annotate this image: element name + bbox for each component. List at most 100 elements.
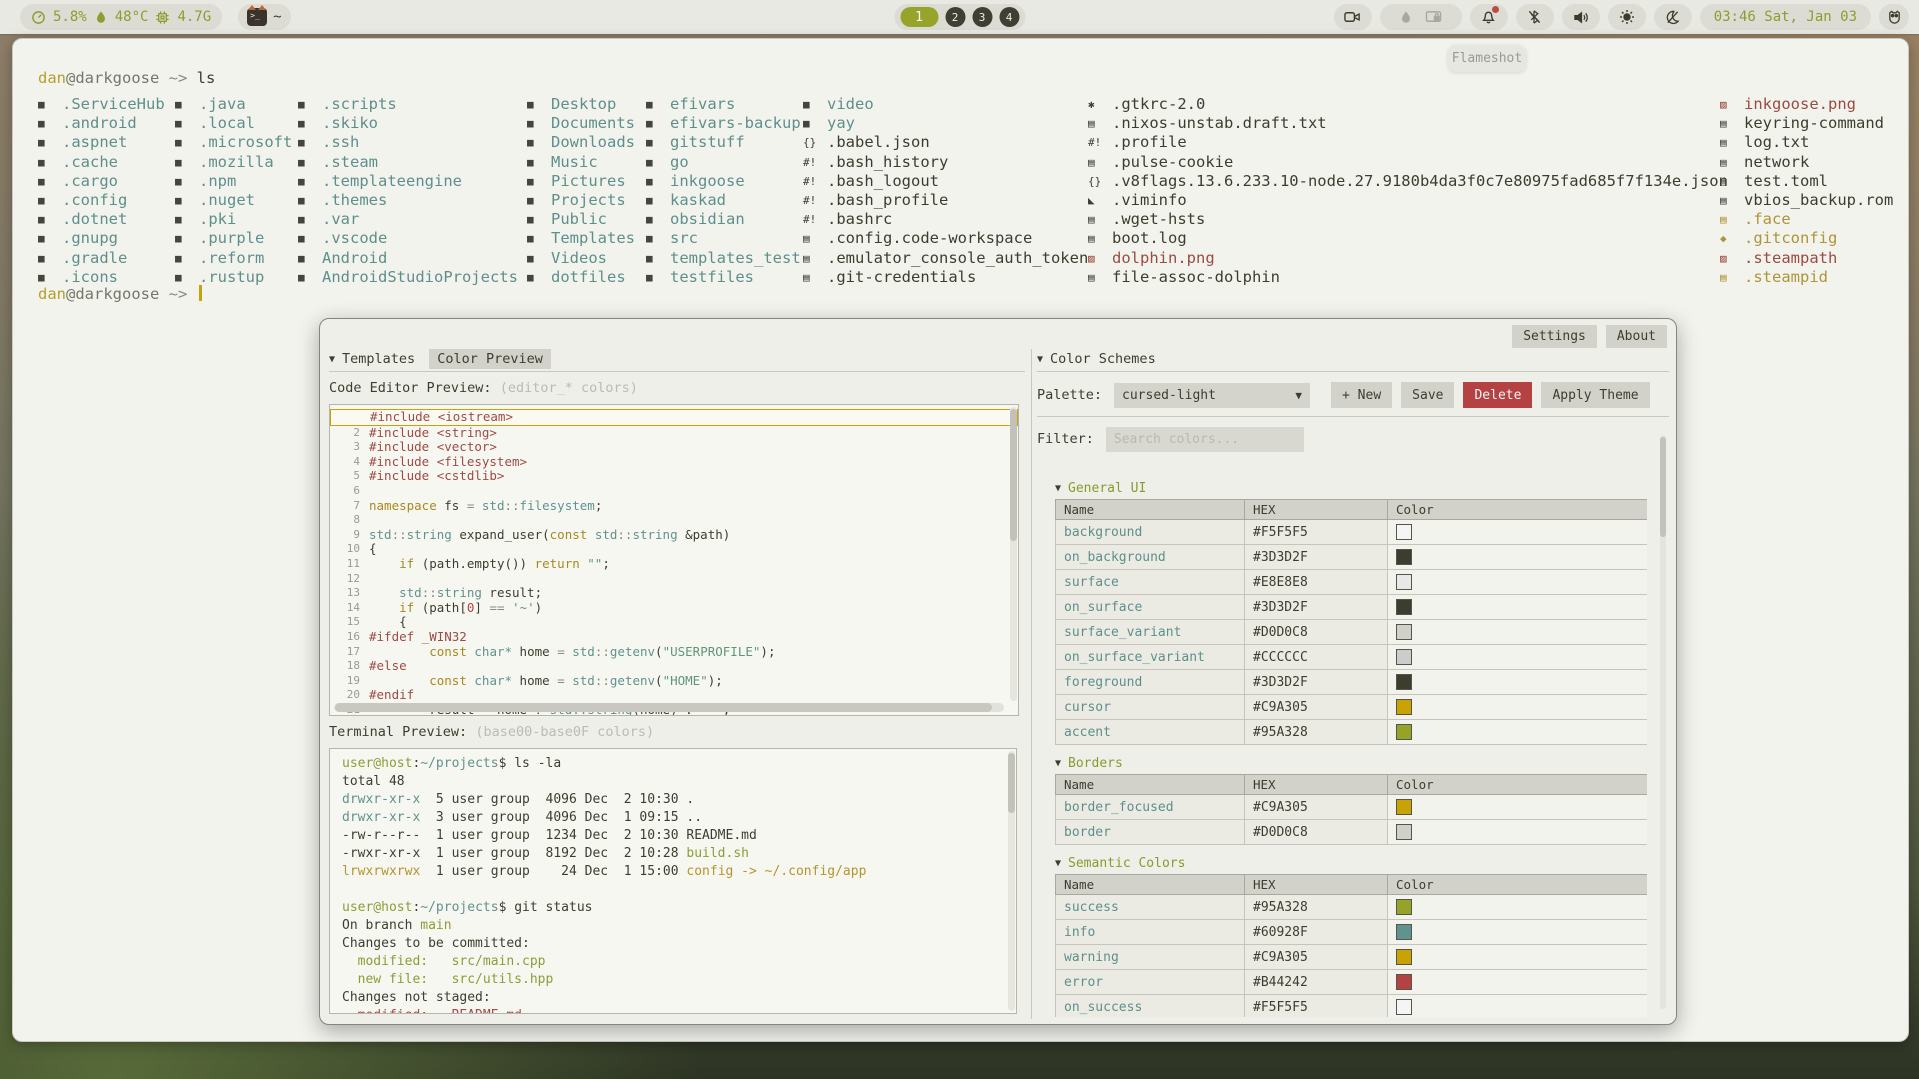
color-swatch[interactable] <box>1396 924 1412 940</box>
color-hex[interactable]: #95A328 <box>1245 720 1388 745</box>
color-name[interactable]: foreground <box>1056 670 1245 695</box>
color-swatch[interactable] <box>1396 649 1412 665</box>
color-name[interactable]: success <box>1056 895 1245 920</box>
color-hex[interactable]: #C9A305 <box>1245 795 1388 820</box>
color-schemes-expander-icon[interactable]: ▼ <box>1037 354 1043 365</box>
new-palette-button[interactable]: + New <box>1331 382 1392 408</box>
workspace-1-active[interactable]: 1 <box>900 7 938 27</box>
shell-prompt-current[interactable]: dan@darkgoose ~> <box>38 285 202 303</box>
colors-scrollbar[interactable] <box>1660 435 1666 1009</box>
tab-color-preview[interactable]: Color Preview <box>429 349 551 369</box>
color-swatch[interactable] <box>1396 999 1412 1015</box>
color-name[interactable]: warning <box>1056 945 1245 970</box>
color-name[interactable]: border <box>1056 820 1245 845</box>
notifications-button[interactable] <box>1470 4 1508 30</box>
color-row[interactable]: cursor#C9A305 <box>1056 695 1648 720</box>
color-hex[interactable]: #3D3D2F <box>1245 595 1388 620</box>
color-row[interactable]: success#95A328 <box>1056 895 1648 920</box>
color-row[interactable]: surface#E8E8E8 <box>1056 570 1648 595</box>
color-swatch[interactable] <box>1396 599 1412 615</box>
terminal-preview[interactable]: user@host:~/projects$ ls -latotal 48drwx… <box>329 748 1017 1014</box>
section-header[interactable]: ▼General UI <box>1055 477 1647 499</box>
color-hex[interactable]: #CCCCCC <box>1245 645 1388 670</box>
color-name[interactable]: surface <box>1056 570 1245 595</box>
color-row[interactable]: background#F5F5F5 <box>1056 520 1648 545</box>
color-swatch[interactable] <box>1396 974 1412 990</box>
tab-templates[interactable]: Templates <box>342 351 415 367</box>
color-hex[interactable]: #C9A305 <box>1245 695 1388 720</box>
color-row[interactable]: warning#C9A305 <box>1056 945 1648 970</box>
color-swatch[interactable] <box>1396 899 1412 915</box>
color-swatch[interactable] <box>1396 549 1412 565</box>
color-name[interactable]: surface_variant <box>1056 620 1245 645</box>
color-name[interactable]: cursor <box>1056 695 1245 720</box>
color-name[interactable]: on_background <box>1056 545 1245 570</box>
section-header[interactable]: ▼Borders <box>1055 752 1647 774</box>
bluetooth-toggle[interactable] <box>1516 4 1554 30</box>
color-hex[interactable]: #3D3D2F <box>1245 670 1388 695</box>
color-swatch[interactable] <box>1396 824 1412 840</box>
terminal-preview-scrollbar[interactable] <box>1008 751 1015 1011</box>
color-name[interactable]: on_surface <box>1056 595 1245 620</box>
save-palette-button[interactable]: Save <box>1401 382 1454 408</box>
color-hex[interactable]: #E8E8E8 <box>1245 570 1388 595</box>
color-name[interactable]: on_surface_variant <box>1056 645 1245 670</box>
screen-record-button[interactable] <box>1334 4 1372 30</box>
color-row[interactable]: error#B44242 <box>1056 970 1648 995</box>
color-hex[interactable]: #60928F <box>1245 920 1388 945</box>
color-hex[interactable]: #95A328 <box>1245 895 1388 920</box>
delete-palette-button[interactable]: Delete <box>1463 382 1532 408</box>
palette-select[interactable]: cursed-light ▼ <box>1114 383 1310 408</box>
active-app-indicator[interactable]: >_ ~ <box>238 4 290 30</box>
color-swatch[interactable] <box>1396 724 1412 740</box>
color-hex[interactable]: #C9A305 <box>1245 945 1388 970</box>
color-row[interactable]: border_focused#C9A305 <box>1056 795 1648 820</box>
volume-button[interactable] <box>1562 4 1600 30</box>
color-swatch[interactable] <box>1396 699 1412 715</box>
workspace-3[interactable]: 3 <box>972 7 992 27</box>
color-row[interactable]: on_success#F5F5F5 <box>1056 995 1648 1018</box>
color-row[interactable]: on_background#3D3D2F <box>1056 545 1648 570</box>
color-row[interactable]: info#60928F <box>1056 920 1648 945</box>
brightness-button[interactable] <box>1608 4 1646 30</box>
color-hex[interactable]: #3D3D2F <box>1245 545 1388 570</box>
workspace-4[interactable]: 4 <box>999 7 1019 27</box>
color-row[interactable]: surface_variant#D0D0C8 <box>1056 620 1648 645</box>
color-name[interactable]: error <box>1056 970 1245 995</box>
code-horizontal-scrollbar[interactable] <box>334 703 1004 712</box>
night-light-toggle[interactable] <box>1654 4 1692 30</box>
color-swatch[interactable] <box>1396 524 1412 540</box>
color-row[interactable]: on_surface_variant#CCCCCC <box>1056 645 1648 670</box>
color-row[interactable]: accent#95A328 <box>1056 720 1648 745</box>
color-name[interactable]: accent <box>1056 720 1245 745</box>
screen-lock-icon[interactable] <box>1425 10 1442 25</box>
color-name[interactable]: on_success <box>1056 995 1245 1018</box>
color-name[interactable]: info <box>1056 920 1245 945</box>
about-button[interactable]: About <box>1606 325 1667 348</box>
color-swatch[interactable] <box>1396 674 1412 690</box>
settings-button[interactable]: Settings <box>1512 325 1597 348</box>
color-swatch[interactable] <box>1396 624 1412 640</box>
templates-expander-icon[interactable]: ▼ <box>329 354 335 365</box>
color-swatch[interactable] <box>1396 574 1412 590</box>
code-vertical-scrollbar[interactable] <box>1010 407 1017 701</box>
workspace-2[interactable]: 2 <box>945 7 965 27</box>
color-swatch[interactable] <box>1396 949 1412 965</box>
color-hex[interactable]: #F5F5F5 <box>1245 995 1388 1018</box>
flameshot-icon[interactable] <box>1399 10 1413 25</box>
color-row[interactable]: border#D0D0C8 <box>1056 820 1648 845</box>
color-name[interactable]: background <box>1056 520 1245 545</box>
filter-input[interactable] <box>1106 427 1304 452</box>
color-swatch[interactable] <box>1396 799 1412 815</box>
color-hex[interactable]: #D0D0C8 <box>1245 820 1388 845</box>
color-hex[interactable]: #D0D0C8 <box>1245 620 1388 645</box>
color-row[interactable]: foreground#3D3D2F <box>1056 670 1648 695</box>
launcher-button[interactable] <box>1879 4 1909 30</box>
clock[interactable]: 03:46 Sat, Jan 03 <box>1700 4 1871 30</box>
color-row[interactable]: on_surface#3D3D2F <box>1056 595 1648 620</box>
color-name[interactable]: border_focused <box>1056 795 1245 820</box>
apply-theme-button[interactable]: Apply Theme <box>1541 382 1649 408</box>
color-hex[interactable]: #F5F5F5 <box>1245 520 1388 545</box>
color-hex[interactable]: #B44242 <box>1245 970 1388 995</box>
code-editor-preview[interactable]: #include <iostream>2#include <string>3#i… <box>329 404 1019 716</box>
